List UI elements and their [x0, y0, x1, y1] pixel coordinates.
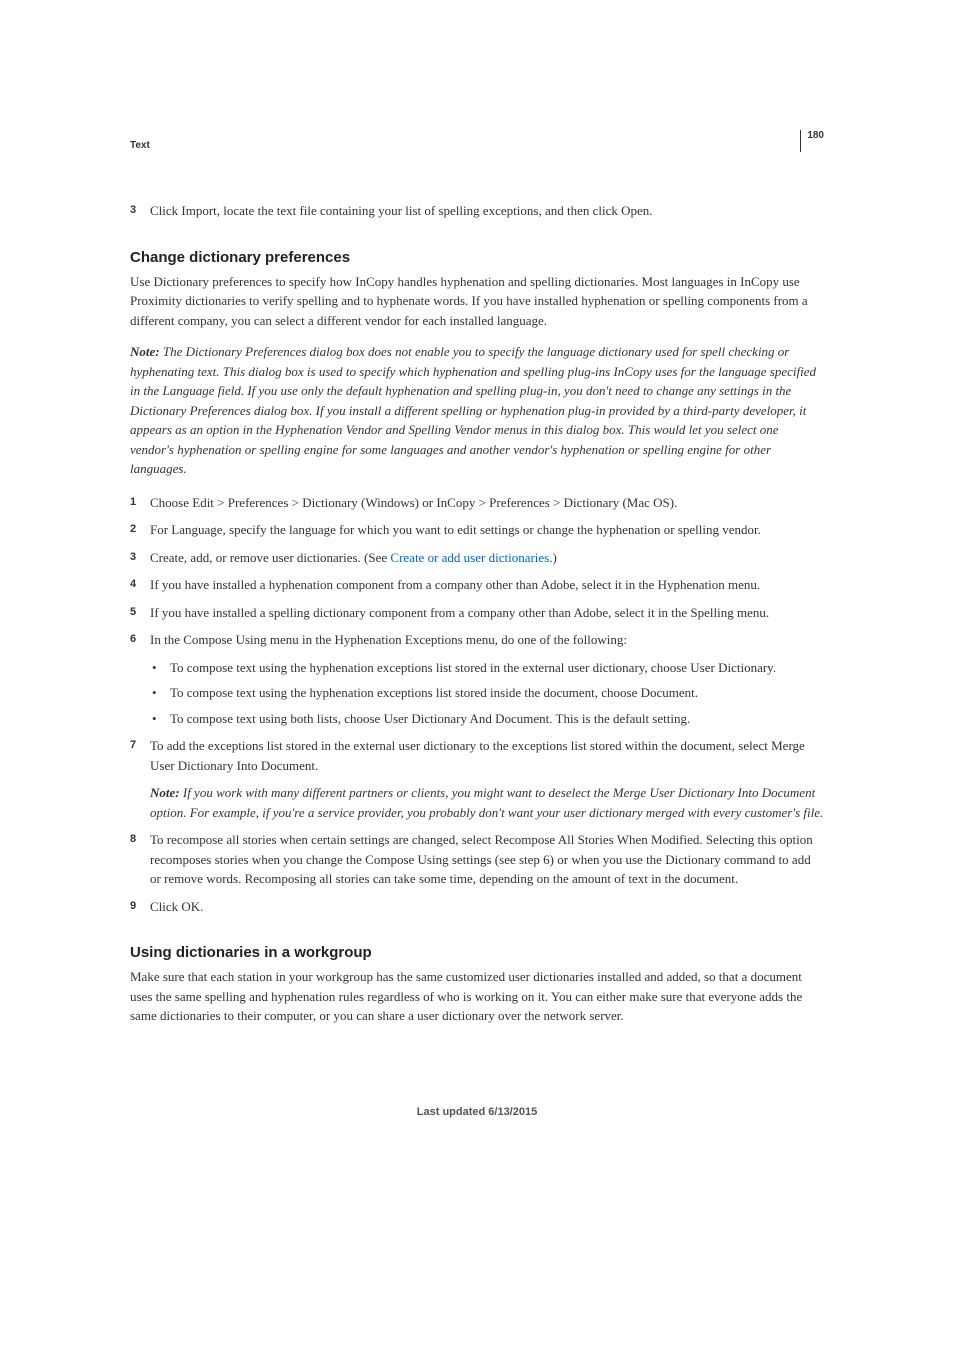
- bullet-text: To compose text using both lists, choose…: [170, 709, 690, 729]
- step-text: Click OK.: [150, 897, 824, 917]
- step-number: 7: [130, 736, 150, 775]
- inner-note: Note: If you work with many different pa…: [150, 783, 824, 822]
- heading-change-dictionary-preferences: Change dictionary preferences: [130, 249, 824, 266]
- step-text: Click Import, locate the text file conta…: [150, 201, 824, 221]
- step-7: 7 To add the exceptions list stored in t…: [130, 736, 824, 775]
- bullet-dot-icon: •: [152, 683, 170, 703]
- intro-step-3: 3 Click Import, locate the text file con…: [130, 201, 824, 221]
- link-create-add-user-dictionaries[interactable]: Create or add user dictionaries: [390, 550, 549, 565]
- paragraph: Use Dictionary preferences to specify ho…: [130, 272, 824, 331]
- step-5: 5 If you have installed a spelling dicti…: [130, 603, 824, 623]
- step-text: Choose Edit > Preferences > Dictionary (…: [150, 493, 824, 513]
- step-number: 1: [130, 493, 150, 513]
- step-number: 4: [130, 575, 150, 595]
- bullet-text: To compose text using the hyphenation ex…: [170, 683, 698, 703]
- bullet-dot-icon: •: [152, 709, 170, 729]
- note-block: Note: The Dictionary Preferences dialog …: [130, 342, 824, 479]
- section-label: Text: [130, 140, 824, 151]
- step-number: 9: [130, 897, 150, 917]
- heading-using-dictionaries-workgroup: Using dictionaries in a workgroup: [130, 944, 824, 961]
- note-text: If you work with many different partners…: [150, 785, 823, 820]
- step-3: 3 Create, add, or remove user dictionari…: [130, 548, 824, 568]
- step-number: 5: [130, 603, 150, 623]
- step-9: 9 Click OK.: [130, 897, 824, 917]
- page-container: Text 180 3 Click Import, locate the text…: [0, 0, 954, 1198]
- step-4: 4 If you have installed a hyphenation co…: [130, 575, 824, 595]
- bullet-dot-icon: •: [152, 658, 170, 678]
- bullet-item: • To compose text using the hyphenation …: [152, 683, 824, 703]
- step-8: 8 To recompose all stories when certain …: [130, 830, 824, 889]
- note-label: Note:: [150, 785, 180, 800]
- footer-last-updated: Last updated 6/13/2015: [130, 1106, 824, 1118]
- step-6: 6 In the Compose Using menu in the Hyphe…: [130, 630, 824, 650]
- note-text: The Dictionary Preferences dialog box do…: [130, 344, 816, 476]
- page-number: 180: [800, 130, 824, 152]
- step-text: In the Compose Using menu in the Hyphena…: [150, 630, 824, 650]
- step-2: 2 For Language, specify the language for…: [130, 520, 824, 540]
- step-number: 3: [130, 201, 150, 221]
- step-text: If you have installed a hyphenation comp…: [150, 575, 824, 595]
- step-text: To add the exceptions list stored in the…: [150, 736, 824, 775]
- step-number: 3: [130, 548, 150, 568]
- step-text: To recompose all stories when certain se…: [150, 830, 824, 889]
- step-text: For Language, specify the language for w…: [150, 520, 824, 540]
- page-header: Text 180: [130, 140, 824, 151]
- step-post-text: .): [549, 550, 557, 565]
- step-text: If you have installed a spelling diction…: [150, 603, 824, 623]
- note-label: Note:: [130, 344, 160, 359]
- step-pre-text: Create, add, or remove user dictionaries…: [150, 550, 390, 565]
- step-number: 8: [130, 830, 150, 889]
- bullet-item: • To compose text using both lists, choo…: [152, 709, 824, 729]
- bullet-text: To compose text using the hyphenation ex…: [170, 658, 776, 678]
- paragraph: Make sure that each station in your work…: [130, 967, 824, 1026]
- bullet-item: • To compose text using the hyphenation …: [152, 658, 824, 678]
- step-text: Create, add, or remove user dictionaries…: [150, 548, 824, 568]
- step-number: 2: [130, 520, 150, 540]
- step-number: 6: [130, 630, 150, 650]
- step-1: 1 Choose Edit > Preferences > Dictionary…: [130, 493, 824, 513]
- bullet-list: • To compose text using the hyphenation …: [152, 658, 824, 729]
